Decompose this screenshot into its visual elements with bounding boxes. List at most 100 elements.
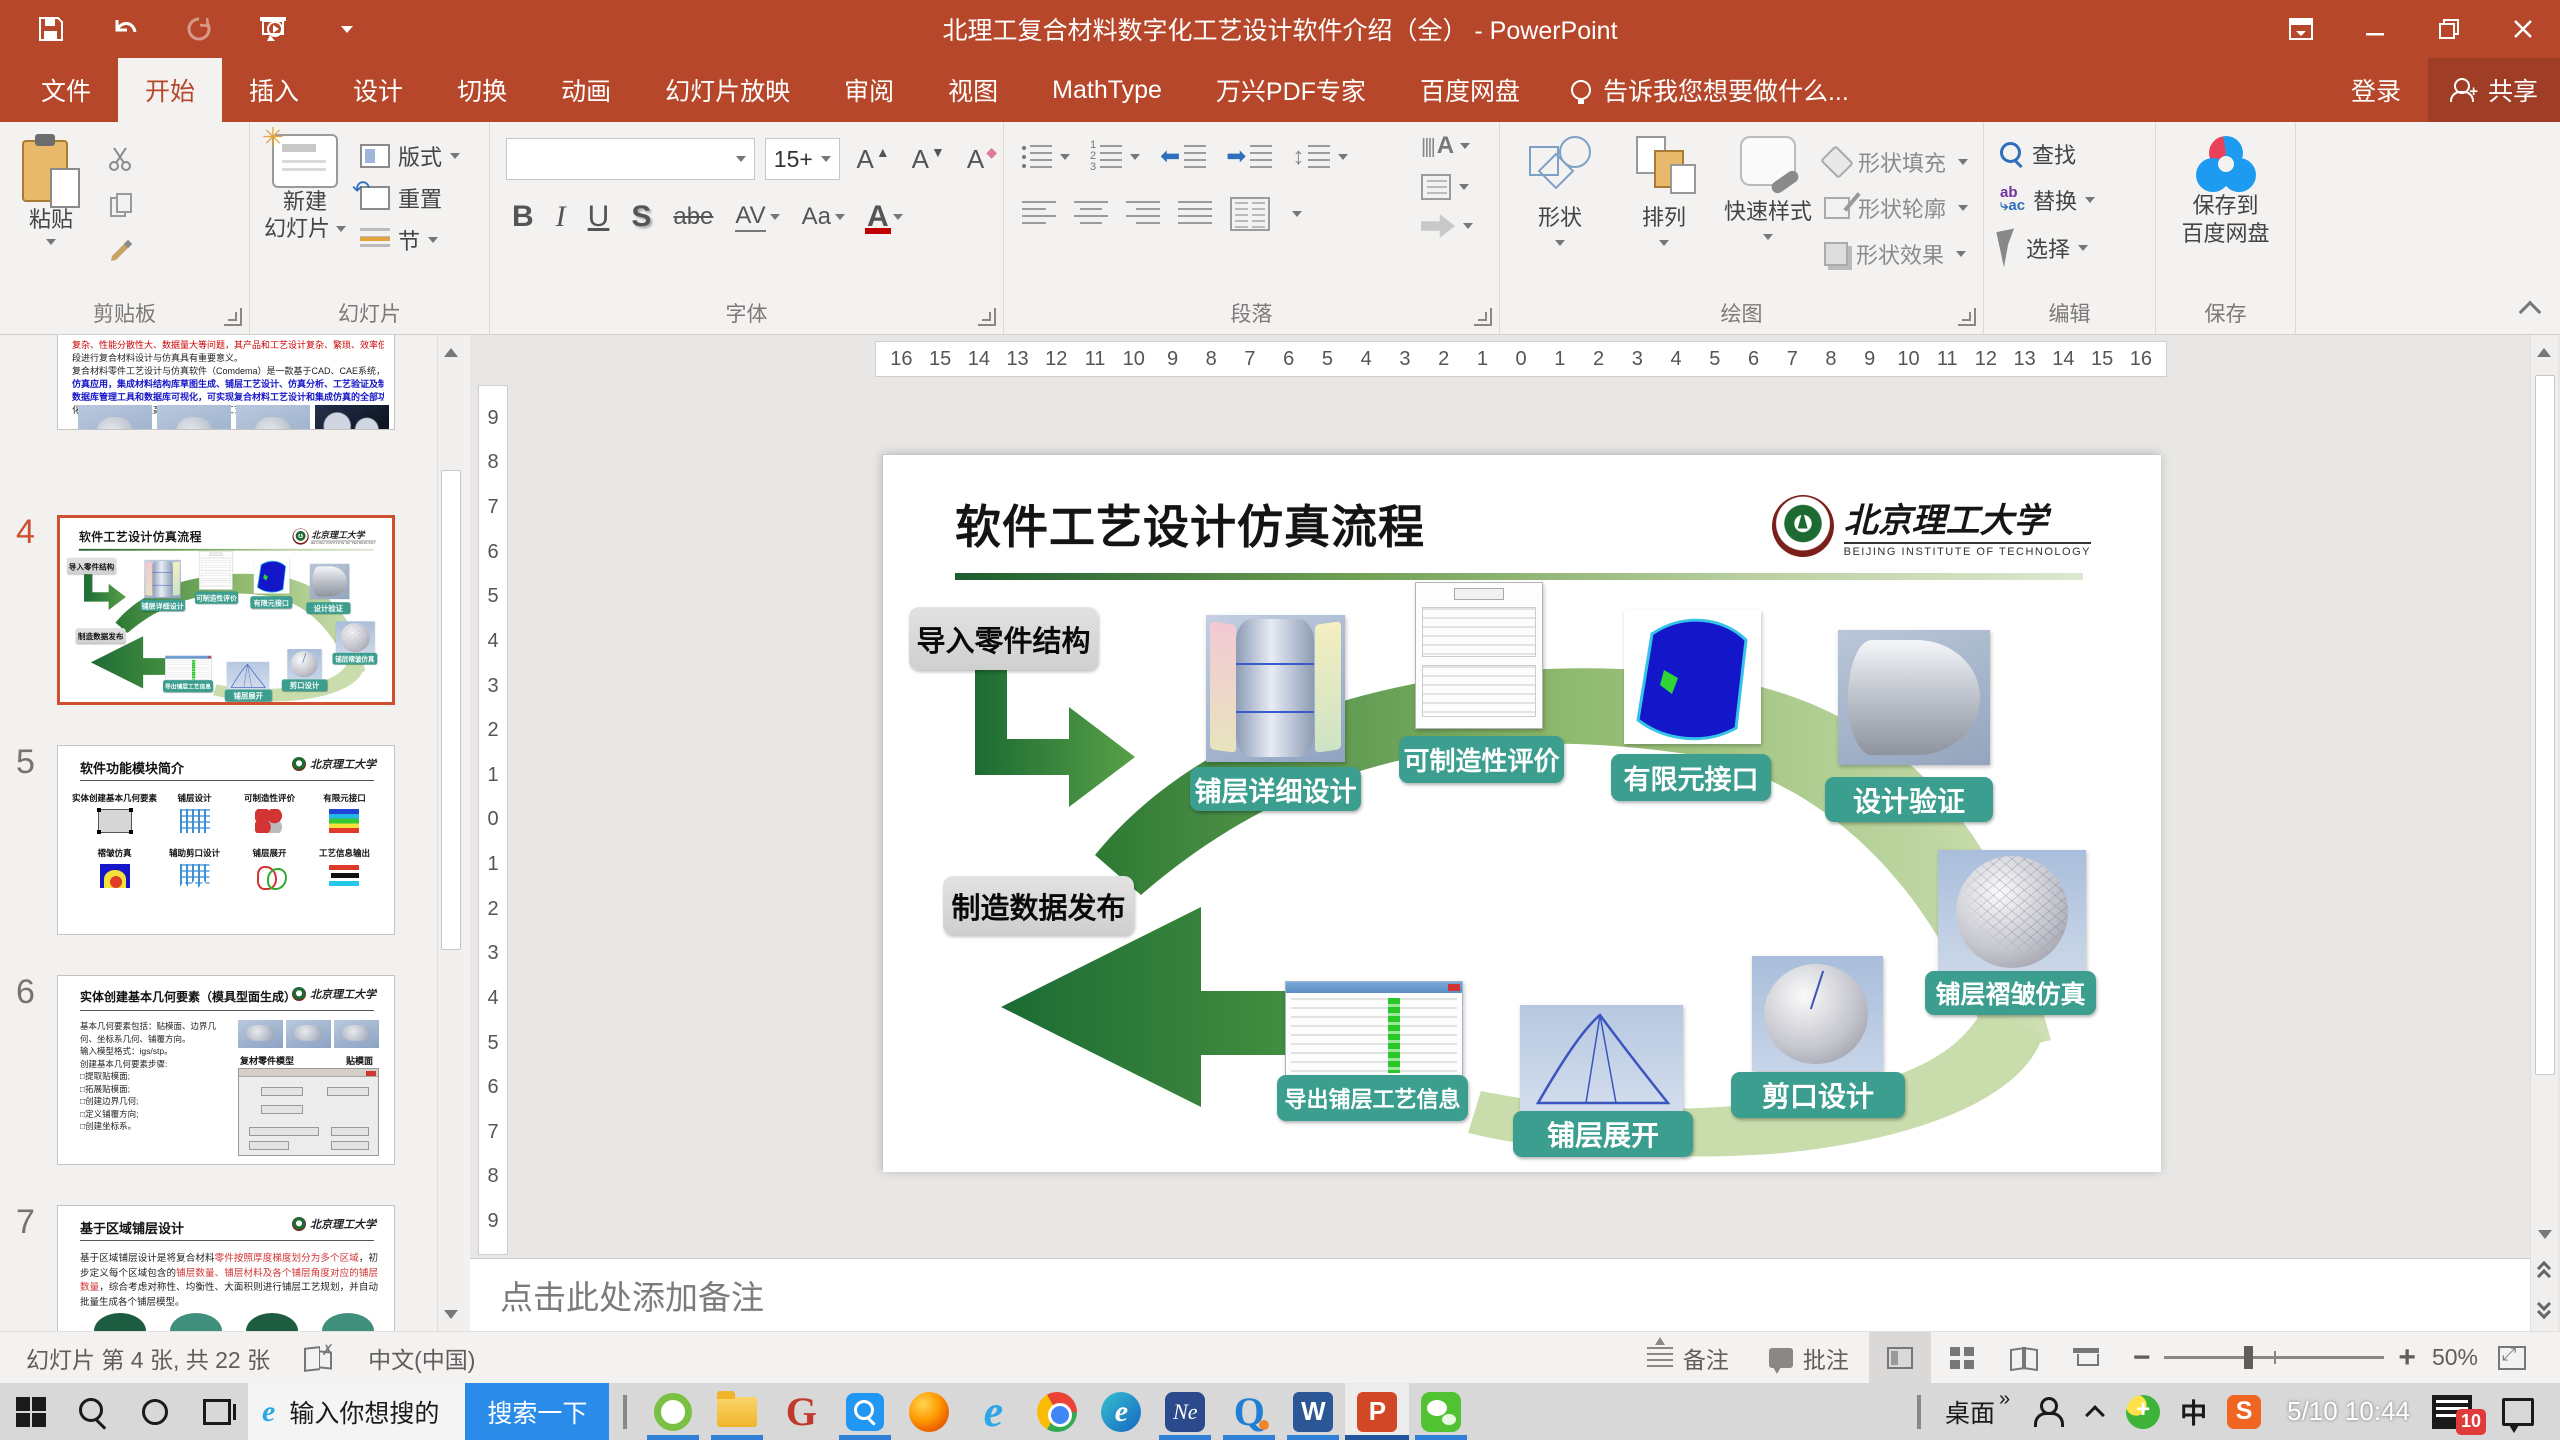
fit-slide-button[interactable] xyxy=(2478,1332,2546,1384)
zoom-level[interactable]: 50% xyxy=(2432,1344,2478,1371)
shape-fill-button[interactable]: 形状填充 xyxy=(1824,146,1968,178)
collapse-ribbon-icon[interactable] xyxy=(2519,301,2542,324)
clipboard-dialog-launcher[interactable] xyxy=(224,308,242,326)
cortana-button[interactable] xyxy=(124,1383,186,1440)
notes-pane[interactable]: 点击此处添加备注 xyxy=(470,1258,2530,1331)
shape-effects-button[interactable]: 形状效果 xyxy=(1824,238,1968,270)
sogou-tray-icon[interactable]: S xyxy=(2227,1395,2261,1429)
flow-step-manufacturability[interactable]: 可制造性评价 xyxy=(1399,736,1564,783)
minimize-icon[interactable] xyxy=(2338,0,2412,58)
zoom-slider-handle[interactable] xyxy=(2244,1346,2253,1369)
flow-step-ply-detail-design[interactable]: 铺层详细设计 xyxy=(1190,767,1361,811)
flow-step-dart-design[interactable]: 剪口设计 xyxy=(282,679,328,691)
fem-model-image[interactable] xyxy=(1624,610,1761,744)
replace-button[interactable]: ab⤷ac替换 xyxy=(2000,184,2155,216)
touch-keyboard-icon[interactable]: 10 xyxy=(2432,1395,2472,1429)
shape-outline-button[interactable]: 形状轮廓 xyxy=(1824,192,1968,224)
vertical-ruler[interactable]: 9876543210123456789 xyxy=(478,385,508,1255)
drawing-dialog-launcher[interactable] xyxy=(1958,308,1976,326)
toolbar-chevron-icon[interactable]: » xyxy=(1999,1388,2010,1411)
sign-in-button[interactable]: 登录 xyxy=(2324,58,2428,122)
tab-baidu-pan[interactable]: 百度网盘 xyxy=(1393,58,1547,122)
taskbar-contacts-app[interactable] xyxy=(833,1383,897,1440)
shrink-font-button[interactable]: A▼ xyxy=(906,144,951,175)
paragraph-dialog-launcher[interactable] xyxy=(1474,308,1492,326)
underline-button[interactable]: U xyxy=(588,200,610,234)
taskbar-edge[interactable]: e xyxy=(1089,1383,1153,1440)
slideshow-view-button[interactable] xyxy=(2055,1332,2117,1384)
columns-button[interactable] xyxy=(1230,197,1270,231)
font-name-combo[interactable] xyxy=(506,138,755,180)
taskbar-360-browser[interactable] xyxy=(641,1383,705,1440)
clear-formatting-button[interactable]: A◆ xyxy=(961,144,1003,175)
select-button[interactable]: 选择 xyxy=(2000,230,2155,266)
change-case-button[interactable]: Aa xyxy=(802,203,831,231)
shapes-button[interactable]: 形状 xyxy=(1512,132,1608,270)
flow-box-publish[interactable]: 制造数据发布 xyxy=(76,628,126,643)
flow-step-ply-flatten[interactable]: 铺层展开 xyxy=(225,690,272,702)
qat-customize-icon[interactable] xyxy=(330,12,364,46)
main-slide[interactable]: 软件工艺设计仿真流程 北京理工大学 BEIJING INSTITUTE OF T… xyxy=(882,454,2160,1171)
quick-styles-button[interactable]: 快速样式 xyxy=(1720,132,1816,270)
flow-step-ply-detail-design[interactable]: 铺层详细设计 xyxy=(140,600,185,612)
thumbnail-slide-7[interactable]: 基于区域铺层设计 北京理工大学 基于区域铺层设计是将复合材料零件按照厚度梯度划分… xyxy=(57,1205,395,1331)
cut-icon[interactable] xyxy=(106,144,136,174)
zoom-in-button[interactable]: + xyxy=(2398,1343,2416,1373)
copy-icon[interactable] xyxy=(106,190,136,220)
thumb-scroll-up-icon[interactable] xyxy=(438,335,464,369)
ply-design-image[interactable] xyxy=(144,560,180,598)
main-scrollbar-handle[interactable] xyxy=(2535,375,2555,1075)
tab-transitions[interactable]: 切换 xyxy=(430,58,534,122)
share-button[interactable]: + 共享 xyxy=(2428,58,2560,122)
ply-design-image[interactable] xyxy=(1206,615,1345,762)
restore-icon[interactable] xyxy=(2412,0,2486,58)
increase-indent-button[interactable]: ➡ xyxy=(1226,142,1272,171)
new-slide-button[interactable]: ✳ 新建 幻灯片 xyxy=(264,134,346,256)
start-button[interactable] xyxy=(0,1383,62,1440)
scroll-down-icon[interactable] xyxy=(2532,1217,2558,1251)
tab-file[interactable]: 文件 xyxy=(14,58,118,122)
align-right-button[interactable] xyxy=(1126,201,1160,227)
find-button[interactable]: 查找 xyxy=(2000,138,2155,170)
undo-icon[interactable] xyxy=(108,12,142,46)
export-table-image[interactable] xyxy=(165,656,212,682)
line-spacing-button[interactable]: ↕ xyxy=(1292,143,1348,171)
hidden-icons-chevron[interactable] xyxy=(2085,1405,2105,1425)
close-icon[interactable] xyxy=(2486,0,2560,58)
align-center-button[interactable] xyxy=(1074,201,1108,227)
dart-design-image[interactable] xyxy=(1752,956,1883,1071)
slide-sorter-view-button[interactable] xyxy=(1931,1332,1993,1384)
main-scrollbar[interactable] xyxy=(2530,335,2558,1331)
ime-indicator[interactable]: 中 xyxy=(2180,1392,2207,1431)
layout-button[interactable]: 版式 xyxy=(360,140,460,172)
scroll-up-icon[interactable] xyxy=(2531,335,2557,369)
desktop-toolbar[interactable]: 桌面 » xyxy=(1935,1394,2020,1430)
notes-toggle-button[interactable]: 备注 xyxy=(1627,1332,1749,1384)
tab-wanxing-pdf[interactable]: 万兴PDF专家 xyxy=(1189,58,1393,122)
spell-check-icon[interactable] xyxy=(304,1345,334,1371)
tell-me-box[interactable]: 告诉我您想要做什么... xyxy=(1547,58,1873,122)
next-slide-icon[interactable] xyxy=(2531,1297,2559,1327)
taskbar-internet-explorer[interactable]: e xyxy=(961,1383,1025,1440)
save-to-baidu-button[interactable]: 保存到 百度网盘 xyxy=(2156,122,2295,248)
design-verify-image[interactable] xyxy=(310,564,350,599)
taskbar-powerpoint-active[interactable]: P xyxy=(1345,1383,1409,1440)
redo-icon[interactable] xyxy=(182,12,216,46)
taskbar-search-button[interactable] xyxy=(62,1383,124,1440)
tab-home[interactable]: 开始 xyxy=(118,58,222,122)
thumb-scrollbar-handle[interactable] xyxy=(441,470,461,950)
flow-step-ply-flatten[interactable]: 铺层展开 xyxy=(1513,1111,1693,1157)
manufacturability-table-image[interactable] xyxy=(1415,582,1543,729)
arrange-button[interactable]: 排列 xyxy=(1616,132,1712,270)
action-center-icon[interactable] xyxy=(2502,1398,2534,1426)
tab-review[interactable]: 审阅 xyxy=(817,58,921,122)
font-size-combo[interactable]: 15+ xyxy=(765,138,841,180)
format-painter-icon[interactable] xyxy=(106,236,136,266)
convert-smartart-button[interactable] xyxy=(1421,214,1473,238)
flow-box-import[interactable]: 导入零件结构 xyxy=(67,558,116,574)
taskbar-sogou-g[interactable]: G xyxy=(769,1383,833,1440)
flow-step-design-verify[interactable]: 设计验证 xyxy=(306,602,350,614)
task-view-button[interactable] xyxy=(186,1383,248,1440)
tab-slideshow[interactable]: 幻灯片放映 xyxy=(638,58,817,122)
flat-pattern-image[interactable] xyxy=(1520,1005,1683,1111)
